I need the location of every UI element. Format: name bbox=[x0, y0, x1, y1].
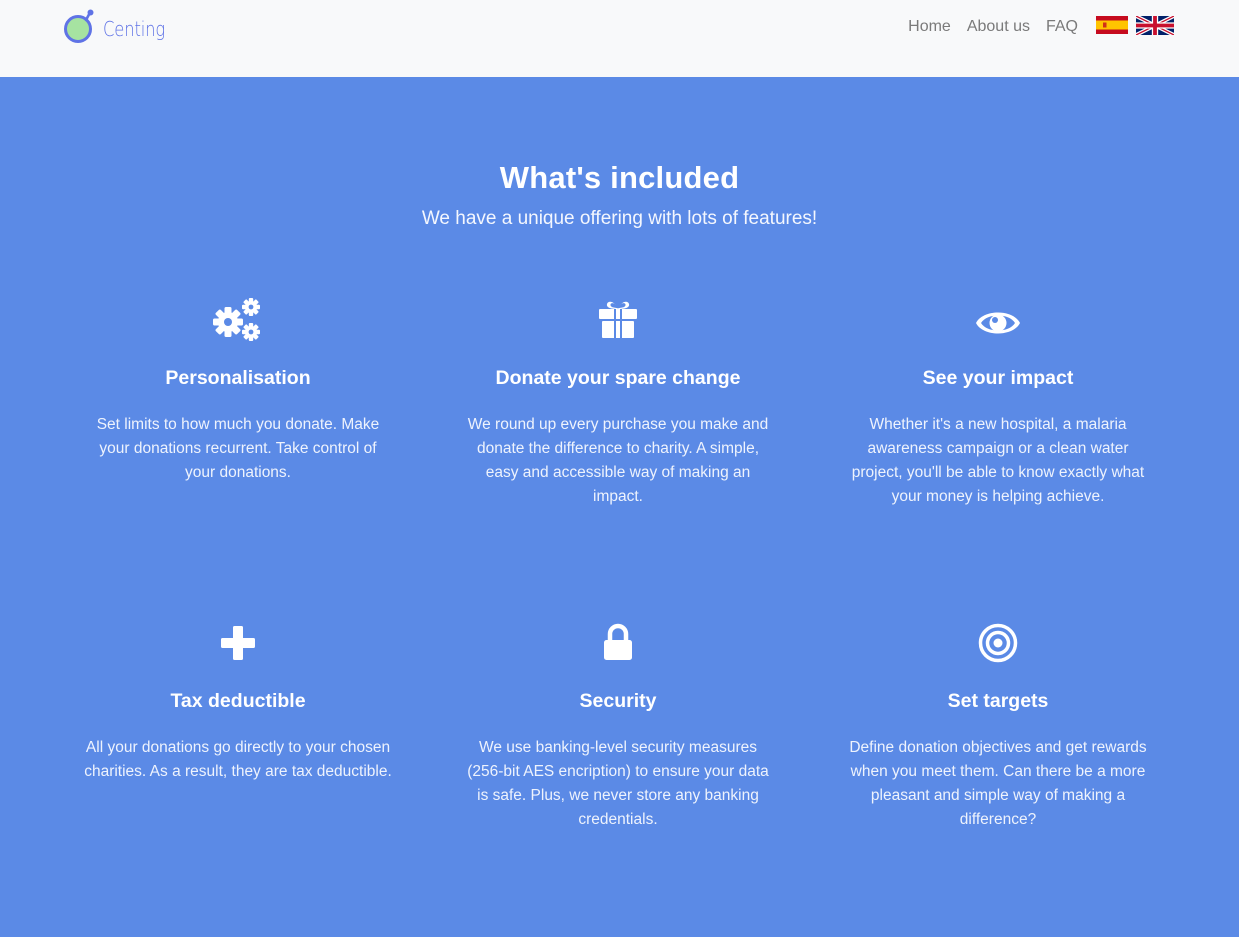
feature-title: Donate your spare change bbox=[495, 367, 741, 389]
feature-title: See your impact bbox=[922, 367, 1074, 389]
feature-text: We round up every purchase you make and … bbox=[467, 416, 769, 505]
nav-faq-link[interactable]: FAQ bbox=[1046, 17, 1078, 36]
spain-flag-icon[interactable] bbox=[1096, 16, 1128, 34]
features-section: What's included We have a unique offerin… bbox=[0, 77, 1239, 937]
lock-icon bbox=[588, 619, 648, 667]
feature-title: Security bbox=[579, 690, 657, 712]
brand-name: Centing bbox=[103, 16, 166, 41]
feature-tax-deductible: Tax deductible All your donations go dir… bbox=[78, 619, 398, 784]
feature-title: Personalisation bbox=[165, 367, 311, 389]
plus-icon bbox=[208, 619, 268, 667]
nav-home-link[interactable]: Home bbox=[908, 17, 951, 36]
feature-set-targets: Set targets Define donation objectives a… bbox=[838, 619, 1158, 832]
feature-title: Set targets bbox=[947, 690, 1049, 712]
cogs-icon bbox=[208, 296, 268, 344]
section-subtitle: We have a unique offering with lots of f… bbox=[421, 208, 818, 229]
feature-text: All your donations go directly to your c… bbox=[84, 739, 392, 780]
feature-text: Set limits to how much you donate. Make … bbox=[96, 416, 380, 481]
gift-icon bbox=[588, 296, 648, 344]
target-icon bbox=[968, 619, 1028, 667]
centing-logo-icon bbox=[64, 9, 94, 43]
feature-personalisation: Personalisation Set limits to how much y… bbox=[78, 296, 398, 485]
feature-security: Security We use banking-level security m… bbox=[458, 619, 778, 832]
section-title: What's included bbox=[499, 160, 740, 195]
navbar: Centing Home About us FAQ bbox=[0, 0, 1239, 77]
feature-text: Define donation objectives and get rewar… bbox=[849, 739, 1147, 828]
nav-links: Home About us FAQ bbox=[908, 15, 1174, 36]
uk-flag-icon[interactable] bbox=[1136, 15, 1174, 35]
eye-icon bbox=[968, 296, 1028, 344]
feature-text: Whether it's a new hospital, a malaria a… bbox=[851, 416, 1145, 505]
feature-see-your-impact: See your impact Whether it's a new hospi… bbox=[838, 296, 1158, 509]
feature-title: Tax deductible bbox=[170, 690, 306, 712]
nav-about-link[interactable]: About us bbox=[967, 17, 1030, 36]
feature-text: We use banking-level security measures (… bbox=[467, 739, 769, 828]
feature-donate-spare-change: Donate your spare change We round up eve… bbox=[458, 296, 778, 509]
brand-link[interactable]: Centing bbox=[64, 8, 179, 44]
